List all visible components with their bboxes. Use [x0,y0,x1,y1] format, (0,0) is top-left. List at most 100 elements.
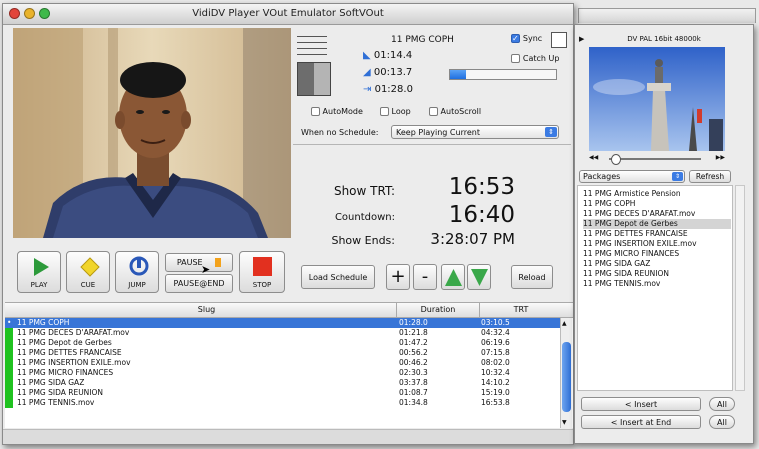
duration-cell: 00:56.2 [399,348,428,357]
table-row[interactable]: 11 PMG MICRO FINANCES 02:30.3 10:32.4 [5,368,562,378]
play-button[interactable]: PLAY [17,251,61,293]
stop-button[interactable]: STOP [239,251,285,293]
trt-cell: 04:32.4 [481,328,510,337]
background-window-edge [578,8,756,23]
played-status-marker [5,348,13,358]
automode-checkbox[interactable]: AutoMode [311,107,363,116]
current-clip: 11 PMG COPH [391,35,454,45]
package-item[interactable]: 11 PMG DETTES FRANCAISE [583,229,731,239]
table-row[interactable]: 11 PMG DECES D'ARAFAT.mov 01:21.8 04:32.4 [5,328,562,338]
col-header-trt[interactable]: TRT [480,303,562,317]
package-item[interactable]: 11 PMG Armistice Pension [583,189,731,199]
pause-button[interactable]: PAUSE [165,253,233,272]
remaining-time: 00:13.7 [373,67,413,78]
loop-check-icon[interactable] [380,107,389,116]
move-down-button[interactable] [467,264,491,290]
duration-cell: 02:30.3 [399,368,428,377]
catchup-check-icon[interactable] [511,54,520,63]
slug-cell: 11 PMG COPH [17,318,70,327]
pause-at-end-button[interactable]: PAUSE@END [165,274,233,293]
sync-indicator [551,32,567,48]
schedule-select[interactable]: Keep Playing Current ⇕ [391,125,559,139]
jump-label: JUMP [128,281,146,289]
catchup-checkbox[interactable]: Catch Up [511,54,559,64]
packages-select[interactable]: Packages ⇕ [579,170,685,183]
autoscroll-check-icon[interactable] [429,107,438,116]
refresh-button[interactable]: Refresh [689,170,731,183]
insert-at-end-button[interactable]: < Insert at End [581,415,701,429]
stop-icon [253,257,272,276]
jump-icon [129,256,149,276]
table-row[interactable]: 11 PMG DETTES FRANCAISE 00:56.2 07:15.8 [5,348,562,358]
package-item[interactable]: 11 PMG DECES D'ARAFAT.mov [583,209,731,219]
minus-label: - [421,266,429,287]
show-ends-label: Show Ends: [331,234,395,247]
window-title: VidiDV Player VOut Emulator SoftVOut [192,8,384,19]
preview-scrubber[interactable]: ◀◀ ▶▶ [589,154,725,165]
remaining-icon: ◢ [363,67,371,78]
duration-icon: ⇥ [363,84,372,95]
played-status-marker [5,398,13,408]
table-row[interactable]: 11 PMG SIDA GAZ 03:37.8 14:10.2 [5,378,562,388]
table-row[interactable]: 11 PMG SIDA REUNION 01:08.7 15:19.0 [5,388,562,398]
level-meter [297,34,327,56]
slug-cell: 11 PMG DECES D'ARAFAT.mov [17,328,130,337]
package-item[interactable]: 11 PMG INSERTION EXILE.mov [583,239,731,249]
automode-check-icon[interactable] [311,107,320,116]
scroll-thumb[interactable] [562,342,571,412]
package-item[interactable]: 11 PMG SIDA GAZ [583,259,731,269]
load-schedule-label: Load Schedule [308,273,368,282]
all-button-bottom[interactable]: All [709,415,735,429]
table-row[interactable]: 11 PMG Depot de Gerbes 01:47.2 06:19.6 [5,338,562,348]
table-row[interactable]: 11 PMG INSERTION EXILE.mov 00:46.2 08:02.0 [5,358,562,368]
status-strip [3,429,573,444]
scrubber-track[interactable] [609,158,701,160]
table-scrollbar[interactable]: ▲ ▼ [560,318,572,428]
schedule-table-header: Slug Duration TRT [5,302,573,318]
packages-scrollbar[interactable] [735,185,745,391]
format-label: DV PAL 16bit 48000k [627,35,701,43]
cue-button[interactable]: CUE [66,251,110,293]
arrow-down-icon [471,269,488,286]
rewind-icon[interactable]: ◀◀ [589,154,598,161]
show-ends-value: 3:28:07 PM [430,230,515,248]
sync-checkbox[interactable]: Sync [511,32,567,48]
scroll-up-icon[interactable]: ▲ [562,320,567,327]
played-status-marker [5,328,13,338]
forward-icon[interactable]: ▶▶ [716,154,725,161]
move-up-button[interactable] [441,264,465,290]
sync-check-icon[interactable] [511,34,520,43]
clip-progress-fill [450,70,466,79]
title-bar[interactable]: VidiDV Player VOut Emulator SoftVOut [3,4,573,25]
arrow-up-icon [445,269,462,286]
insert-button[interactable]: < Insert [581,397,701,411]
elapsed-row: ◣ 01:14.4 [363,50,412,61]
table-row[interactable]: • 11 PMG COPH 01:28.0 03:10.5 [5,318,562,328]
jump-button[interactable]: JUMP [115,251,159,293]
stop-label: STOP [252,281,272,289]
scrubber-knob[interactable] [611,154,621,165]
elapsed-time: 01:14.4 [373,50,413,61]
loop-checkbox[interactable]: Loop [380,107,411,116]
package-item[interactable]: 11 PMG TENNIS.mov [583,279,731,289]
duration-row: ⇥ 01:28.0 [363,84,413,95]
scroll-down-icon[interactable]: ▼ [562,419,567,426]
plus-button[interactable]: + [386,264,410,290]
col-header-duration[interactable]: Duration [397,303,480,317]
package-item[interactable]: 11 PMG Depot de Gerbes [583,219,731,229]
autoscroll-checkbox[interactable]: AutoScroll [429,107,481,116]
preview-thumbnail [589,47,725,151]
all-label-bottom: All [717,418,727,427]
table-row[interactable]: 11 PMG TENNIS.mov 01:34.8 16:53.8 [5,398,562,408]
package-item[interactable]: 11 PMG SIDA REUNION [583,269,731,279]
reload-button[interactable]: Reload [511,265,553,289]
all-button-top[interactable]: All [709,397,735,411]
minus-button[interactable]: - [413,264,437,290]
player-window: VidiDV Player VOut Emulator SoftVOut 11 … [2,3,574,445]
col-header-slug[interactable]: Slug [17,303,397,317]
package-item[interactable]: 11 PMG MICRO FINANCES [583,249,731,259]
reload-label: Reload [518,273,546,282]
now-playing-icon: • [7,318,12,327]
load-schedule-button[interactable]: Load Schedule [301,265,375,289]
package-item[interactable]: 11 PMG COPH [583,199,731,209]
